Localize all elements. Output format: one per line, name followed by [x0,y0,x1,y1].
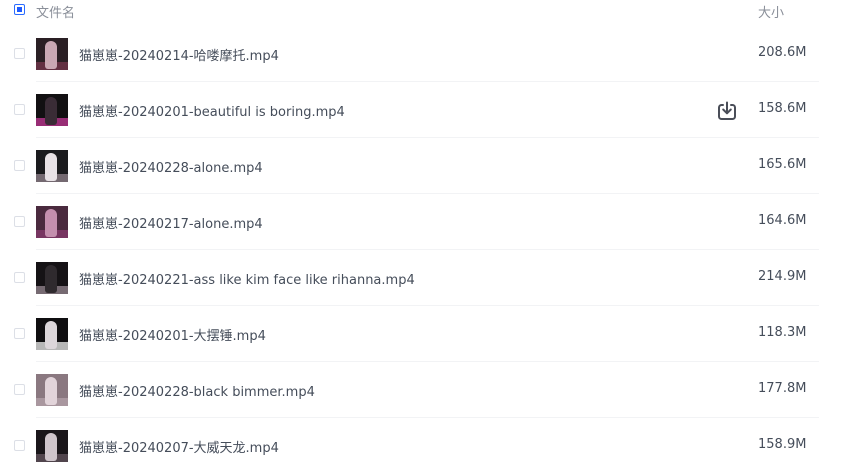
file-checkbox[interactable] [14,272,25,283]
file-row-1[interactable]: 猫崽崽-20240214-哈喽摩托.mp4 208.6M [0,26,849,82]
file-row-7[interactable]: 猫崽崽-20240228-black bimmer.mp4 177.8M [0,362,849,418]
video-thumbnail [36,262,68,294]
file-name[interactable]: 猫崽崽-20240201-大摆锤.mp4 [79,325,266,344]
video-thumbnail [36,430,68,462]
file-checkbox[interactable] [14,384,25,395]
video-thumbnail [36,150,68,182]
list-header: 文件名 大小 [0,0,849,22]
file-checkbox[interactable] [14,160,25,171]
file-size: 214.9M [758,269,807,284]
file-name[interactable]: 猫崽崽-20240214-哈喽摩托.mp4 [79,45,279,64]
file-size: 118.3M [758,325,807,340]
column-header-size[interactable]: 大小 [758,2,784,21]
file-row-6[interactable]: 猫崽崽-20240201-大摆锤.mp4 118.3M [0,306,849,362]
select-all-checkbox[interactable] [14,4,25,15]
video-thumbnail [36,94,68,126]
file-row-4[interactable]: 猫崽崽-20240217-alone.mp4 164.6M [0,194,849,250]
column-header-name[interactable]: 文件名 [36,2,75,21]
file-name[interactable]: 猫崽崽-20240228-alone.mp4 [79,157,263,176]
file-row-3[interactable]: 猫崽崽-20240228-alone.mp4 165.6M [0,138,849,194]
file-size: 208.6M [758,45,807,60]
file-checkbox[interactable] [14,104,25,115]
file-checkbox[interactable] [14,440,25,451]
file-row-8[interactable]: 猫崽崽-20240207-大威天龙.mp4 158.9M [0,418,849,465]
file-name[interactable]: 猫崽崽-20240207-大威天龙.mp4 [79,437,279,456]
file-name[interactable]: 猫崽崽-20240217-alone.mp4 [79,213,263,232]
file-checkbox[interactable] [14,216,25,227]
file-size: 165.6M [758,157,807,172]
file-name[interactable]: 猫崽崽-20240201-beautiful is boring.mp4 [79,101,345,120]
video-thumbnail [36,38,68,70]
video-thumbnail [36,374,68,406]
download-icon[interactable] [716,100,738,122]
file-size: 158.9M [758,437,807,452]
file-checkbox[interactable] [14,328,25,339]
file-size: 177.8M [758,381,807,396]
file-row-5[interactable]: 猫崽崽-20240221-ass like kim face like riha… [0,250,849,306]
file-row-2[interactable]: 猫崽崽-20240201-beautiful is boring.mp4 158… [0,82,849,138]
file-checkbox[interactable] [14,48,25,59]
file-name[interactable]: 猫崽崽-20240228-black bimmer.mp4 [79,381,315,400]
file-name[interactable]: 猫崽崽-20240221-ass like kim face like riha… [79,269,415,288]
file-list: 文件名 大小 猫崽崽-20240214-哈喽摩托.mp4 208.6M 猫崽崽-… [0,0,849,465]
video-thumbnail [36,318,68,350]
video-thumbnail [36,206,68,238]
file-size: 158.6M [758,101,807,116]
file-size: 164.6M [758,213,807,228]
